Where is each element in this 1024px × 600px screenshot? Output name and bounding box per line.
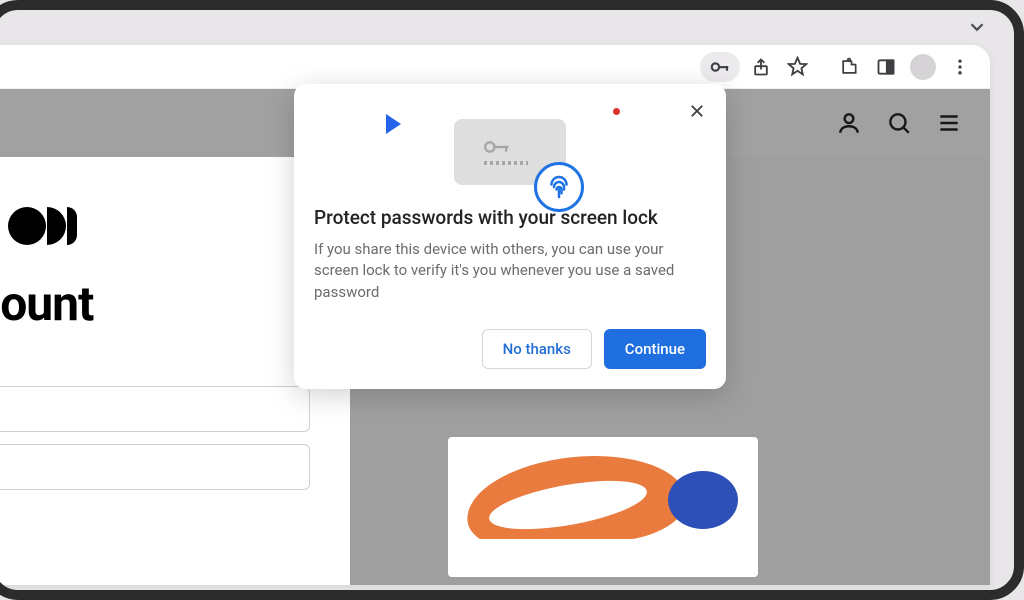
key-icon bbox=[484, 137, 512, 161]
popover-actions: No thanks Continue bbox=[314, 329, 706, 369]
login-input-field[interactable] bbox=[0, 444, 310, 490]
window-collapse-chevron-icon[interactable] bbox=[966, 16, 988, 42]
continue-button[interactable]: Continue bbox=[604, 329, 706, 369]
star-icon[interactable] bbox=[781, 50, 814, 83]
play-icon bbox=[386, 114, 401, 134]
no-thanks-button[interactable]: No thanks bbox=[482, 329, 592, 369]
popover-title: Protect passwords with your screen lock bbox=[314, 206, 706, 229]
popover-illustration bbox=[314, 100, 706, 196]
share-icon[interactable] bbox=[744, 50, 777, 83]
profile-avatar-icon[interactable] bbox=[906, 50, 939, 83]
account-icon[interactable] bbox=[834, 108, 864, 138]
extensions-icon[interactable] bbox=[832, 50, 865, 83]
login-input-field[interactable] bbox=[0, 386, 310, 432]
screen-lock-popover: Protect passwords with your screen lock … bbox=[294, 84, 726, 389]
hamburger-menu-icon[interactable] bbox=[934, 108, 964, 138]
browser-toolbar bbox=[0, 45, 990, 89]
password-manager-key-icon[interactable] bbox=[700, 52, 740, 82]
brand-logo-icon bbox=[8, 207, 310, 245]
popover-body-text: If you share this device with others, yo… bbox=[314, 239, 706, 303]
more-menu-icon[interactable] bbox=[943, 50, 976, 83]
product-image-card[interactable] bbox=[448, 437, 758, 577]
side-panel-icon[interactable] bbox=[869, 50, 902, 83]
search-icon[interactable] bbox=[884, 108, 914, 138]
alert-dot-icon bbox=[613, 108, 620, 115]
login-heading: our account bbox=[0, 275, 310, 332]
fingerprint-icon bbox=[534, 162, 584, 212]
